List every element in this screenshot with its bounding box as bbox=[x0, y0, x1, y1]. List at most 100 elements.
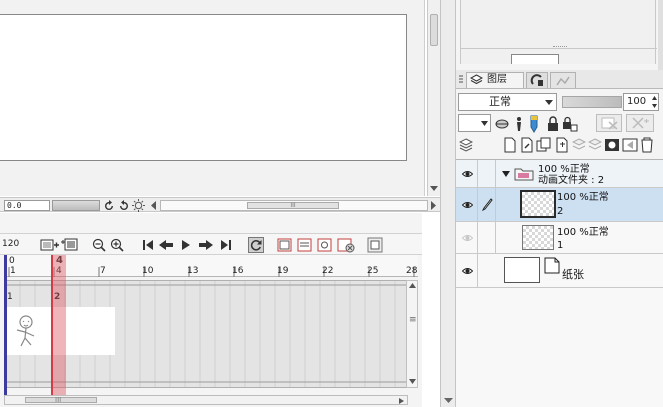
frame-rate-label: 120 bbox=[2, 239, 20, 249]
eye-icon[interactable] bbox=[462, 234, 473, 242]
layer-row-paper[interactable]: 纸张 bbox=[456, 254, 663, 288]
layers-icon bbox=[470, 74, 483, 85]
layer-property-icon bbox=[530, 74, 543, 86]
zoom-out-icon[interactable] bbox=[92, 237, 106, 253]
merge-down-icon[interactable] bbox=[588, 138, 602, 152]
layer-row-folder[interactable]: 100 %正常 动画文件夹 : 2 bbox=[456, 160, 663, 188]
lock-transparency-icon[interactable] bbox=[562, 116, 578, 132]
layer-panel-menu-icon[interactable] bbox=[459, 138, 473, 152]
zoom-field[interactable]: 0.0 bbox=[4, 200, 50, 211]
hscroll-grip[interactable]: III bbox=[55, 396, 61, 404]
panel-divider[interactable] bbox=[440, 0, 456, 407]
next-frame-icon[interactable] bbox=[198, 237, 214, 253]
light-table-icon[interactable] bbox=[316, 237, 334, 253]
new-raster-layer-icon[interactable] bbox=[503, 137, 517, 153]
layer-row[interactable]: 100 %正常 2 bbox=[456, 188, 663, 222]
ruler-tick-label: 28 bbox=[406, 266, 418, 276]
canvas-horizontal-scrollbar[interactable]: III bbox=[160, 200, 428, 211]
blend-mode-select[interactable]: 正常 bbox=[458, 93, 557, 111]
layer-command-bar bbox=[456, 135, 663, 157]
pen-icon bbox=[481, 198, 493, 212]
timeline-ruler[interactable]: 0 4 1 4 7 10 13 16 19 22 25 28 bbox=[4, 255, 418, 277]
mask-icon bbox=[601, 117, 618, 130]
opacity-slider[interactable] bbox=[562, 96, 622, 108]
loop-playback-icon[interactable] bbox=[248, 237, 264, 253]
scroll-right-arrow-icon[interactable] bbox=[430, 201, 438, 210]
apply-mask-icon[interactable] bbox=[622, 138, 638, 152]
last-frame-icon[interactable] bbox=[220, 237, 232, 253]
ruler-tick-label: 1 bbox=[10, 266, 16, 276]
timeline-settings-icon[interactable] bbox=[367, 237, 383, 253]
rotate-right-icon[interactable] bbox=[118, 200, 129, 211]
scroll-right-arrow-icon[interactable] bbox=[399, 398, 405, 404]
canvas-hscroll-thumb[interactable]: III bbox=[247, 202, 339, 209]
reset-rotation-icon[interactable] bbox=[132, 199, 145, 212]
ruler-enable-button[interactable] bbox=[626, 114, 654, 132]
layer-list: 100 %正常 动画文件夹 : 2 100 %正常 2 100 %正常 1 纸张 bbox=[456, 159, 663, 407]
eye-icon[interactable] bbox=[462, 267, 473, 275]
layer-row[interactable]: 100 %正常 1 bbox=[456, 222, 663, 254]
ruler-tick-label: 16 bbox=[232, 266, 244, 276]
new-vector-layer-icon[interactable] bbox=[520, 137, 534, 153]
play-icon[interactable] bbox=[180, 237, 192, 253]
timeline-horizontal-scrollbar[interactable]: III bbox=[4, 395, 408, 405]
timeline-vertical-scrollbar[interactable]: ≡ bbox=[406, 280, 418, 388]
scroll-down-arrow-icon[interactable] bbox=[430, 186, 438, 192]
zoom-slider[interactable] bbox=[52, 200, 100, 211]
canvas-vscroll-thumb[interactable] bbox=[430, 14, 438, 46]
spin-icon[interactable] bbox=[652, 96, 657, 108]
expand-folder-icon[interactable] bbox=[502, 171, 510, 177]
resize-grip[interactable] bbox=[553, 46, 567, 49]
cel-label[interactable]: 1 bbox=[7, 292, 13, 302]
onion-skin-icon[interactable] bbox=[276, 237, 294, 253]
layer-options-row bbox=[458, 114, 658, 134]
current-frame-highlight bbox=[52, 255, 66, 395]
show-all-cels-icon[interactable] bbox=[296, 237, 314, 253]
folder-name-line2: 动画文件夹 : 2 bbox=[538, 175, 605, 186]
timeline-track[interactable]: 1 2 bbox=[4, 280, 418, 388]
combine-layer-icon[interactable] bbox=[572, 138, 586, 152]
draft-layer-icon[interactable] bbox=[528, 115, 540, 133]
clip-to-layer-icon[interactable] bbox=[495, 117, 509, 131]
ruler-tick-label: 19 bbox=[277, 266, 289, 276]
eye-icon[interactable] bbox=[462, 201, 473, 209]
collapse-arrow-icon[interactable] bbox=[444, 398, 453, 404]
layer-thumbnail bbox=[520, 190, 556, 218]
timeline-start-marker bbox=[4, 255, 7, 395]
ruler-icon bbox=[632, 117, 649, 129]
first-frame-icon[interactable] bbox=[142, 237, 154, 253]
canvas-vertical-scrollbar[interactable] bbox=[427, 0, 440, 196]
tab-history[interactable] bbox=[550, 72, 576, 88]
eye-icon[interactable] bbox=[462, 170, 473, 178]
vscroll-grip[interactable]: ≡ bbox=[409, 315, 417, 325]
reference-layer-icon[interactable] bbox=[514, 116, 524, 132]
chevron-down-icon bbox=[545, 100, 553, 105]
new-animation-folder-icon[interactable] bbox=[40, 237, 60, 253]
lock-layer-icon[interactable] bbox=[546, 116, 560, 132]
ruler-ticks bbox=[8, 267, 415, 277]
playhead[interactable] bbox=[51, 255, 53, 395]
right-panel-scroll[interactable] bbox=[658, 0, 663, 72]
scroll-up-arrow-icon[interactable] bbox=[409, 283, 416, 289]
transfer-down-icon[interactable] bbox=[555, 137, 569, 153]
delete-cel-icon[interactable] bbox=[336, 237, 356, 253]
zoom-in-icon[interactable] bbox=[110, 237, 124, 253]
folder-name-line1: 100 %正常 bbox=[538, 164, 590, 175]
scroll-down-arrow-icon[interactable] bbox=[409, 379, 416, 385]
layer-color-select[interactable] bbox=[458, 114, 491, 132]
delete-layer-icon[interactable] bbox=[640, 136, 654, 153]
new-cel-icon[interactable] bbox=[61, 237, 79, 253]
tab-layers[interactable]: 图层 bbox=[466, 72, 524, 88]
opacity-field[interactable]: 100 bbox=[623, 93, 659, 111]
rotate-left-icon[interactable] bbox=[104, 200, 115, 211]
tab-layer-property[interactable] bbox=[526, 72, 548, 88]
canvas-paper[interactable] bbox=[0, 14, 407, 161]
ruler-tick-label: 22 bbox=[322, 266, 334, 276]
create-mask-icon[interactable] bbox=[604, 138, 620, 152]
scroll-left-arrow-icon[interactable] bbox=[150, 201, 158, 210]
navigator-preview[interactable] bbox=[511, 54, 559, 64]
previous-frame-icon[interactable] bbox=[158, 237, 174, 253]
new-folder-layer-icon[interactable] bbox=[536, 137, 552, 153]
mask-enable-button[interactable] bbox=[596, 114, 622, 132]
panel-menu-icon[interactable] bbox=[458, 74, 464, 85]
